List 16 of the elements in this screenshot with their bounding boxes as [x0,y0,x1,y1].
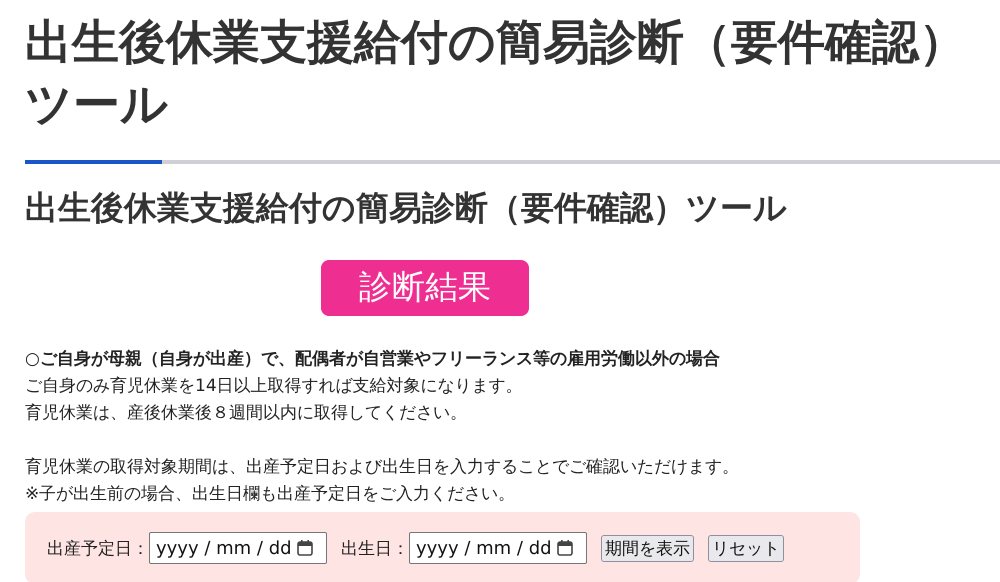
case-heading: ○ご自身が母親（自身が出産）で、配偶者が自営業やフリーランス等の雇用労働以外の場合 [25,348,721,371]
page-title: 出生後休業支援給付の簡易診断（要件確認）ツール [25,14,967,134]
result-badge: 診断結果 [321,260,529,316]
form-button[interactable]: リセット [708,534,784,562]
section-title: 出生後休業支援給付の簡易診断（要件確認）ツール [25,187,788,229]
paragraph-line: ご自身のみ育児休業を14日以上取得すれば支給対象になります。 [25,375,524,398]
calendar-icon[interactable] [556,539,574,557]
field-label: 出産予定日： [47,538,149,560]
paragraph-line: 育児休業は、産後休業後８週間以内に取得してください。 [25,402,468,425]
calendar-icon[interactable] [296,539,314,557]
date-input[interactable]: yyyy / mm / dd [409,532,587,564]
paragraph-line: ※子が出生前の場合、出生日欄も出産予定日をご入力ください。 [25,483,516,506]
form-button[interactable]: 期間を表示 [601,534,694,562]
field-label: 出生日： [341,538,409,560]
paragraph-line: 育児休業の取得対象期間は、出産予定日および出生日を入力することでご確認いただけます。 [25,456,740,479]
date-input[interactable]: yyyy / mm / dd [149,532,327,564]
